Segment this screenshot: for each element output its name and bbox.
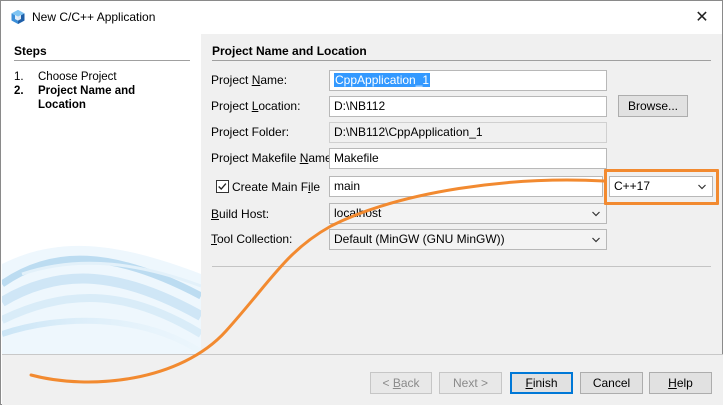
step-label: Choose Project: [38, 71, 117, 83]
create-main-file-label[interactable]: Create Main File: [232, 180, 320, 194]
create-main-file-checkbox[interactable]: [216, 180, 229, 193]
content-bottom-divider: [212, 266, 711, 267]
close-button[interactable]: ✕: [692, 7, 712, 27]
steps-divider: [14, 60, 190, 61]
close-icon: ✕: [695, 9, 709, 26]
back-button[interactable]: < Back: [370, 372, 432, 394]
language-standard-value: C++17: [614, 179, 651, 193]
build-host-label: Build Host:: [211, 207, 270, 221]
title-bar: New C/C++ Application ✕: [1, 1, 722, 33]
next-button[interactable]: Next >: [439, 372, 502, 394]
help-button[interactable]: Help: [649, 372, 712, 394]
project-folder-field: D:\NB112\CppApplication_1: [329, 122, 607, 143]
makefile-name-input[interactable]: Makefile: [329, 148, 607, 169]
steps-list: 1. Choose Project 2. Project Name and Lo…: [14, 70, 194, 112]
build-host-select[interactable]: localhost: [329, 203, 607, 224]
step-number: 2.: [14, 85, 24, 97]
content-pane: Project Name and Location Project Name: …: [201, 34, 722, 354]
makefile-name-label: Project Makefile Name:: [211, 151, 336, 165]
step-choose-project: 1. Choose Project: [14, 70, 194, 84]
chevron-down-icon: [592, 237, 600, 243]
chevron-down-icon: [698, 184, 706, 190]
project-name-label: Project Name:: [211, 73, 288, 87]
main-file-input[interactable]: main: [329, 176, 603, 197]
finish-button[interactable]: Finish: [510, 372, 573, 394]
step-project-name-location: 2. Project Name and Location: [14, 84, 194, 112]
tool-collection-label: Tool Collection:: [211, 232, 293, 246]
steps-heading: Steps: [14, 44, 47, 58]
project-folder-label: Project Folder:: [211, 125, 290, 139]
project-location-input[interactable]: D:\NB112: [329, 96, 607, 117]
project-location-label: Project Location:: [211, 99, 301, 113]
window-title: New C/C++ Application: [32, 10, 156, 24]
step-label: Project Name and Location: [38, 85, 136, 111]
tool-collection-value: Default (MinGW (GNU MinGW)): [334, 232, 505, 246]
content-divider: [212, 60, 711, 61]
language-standard-select[interactable]: C++17: [609, 176, 713, 197]
chevron-down-icon: [592, 211, 600, 217]
button-bar: < Back Next > Finish Cancel Help: [2, 355, 723, 405]
steps-pane: Steps 1. Choose Project 2. Project Name …: [2, 34, 201, 354]
step-number: 1.: [14, 71, 24, 83]
content-heading: Project Name and Location: [212, 44, 367, 58]
browse-button[interactable]: Browse...: [618, 95, 688, 117]
tool-collection-select[interactable]: Default (MinGW (GNU MinGW)): [329, 229, 607, 250]
project-name-value: CppApplication_1: [334, 73, 431, 87]
build-host-value: localhost: [334, 206, 382, 220]
checkmark-icon: [218, 183, 227, 191]
dialog-window: New C/C++ Application ✕ Steps 1. Choose …: [0, 0, 723, 405]
project-name-input[interactable]: CppApplication_1: [329, 70, 607, 91]
cancel-button[interactable]: Cancel: [580, 372, 643, 394]
netbeans-cube-icon: [11, 10, 25, 24]
